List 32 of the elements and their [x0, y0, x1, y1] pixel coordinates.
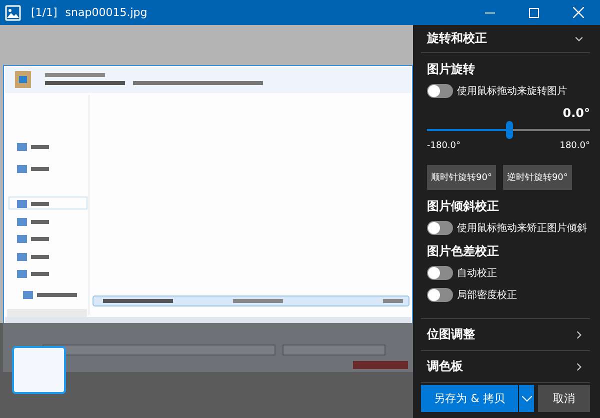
max-label: 180.0°	[560, 141, 590, 151]
toggle-switch[interactable]	[427, 84, 453, 98]
rotate-button[interactable]: 顺时针旋转90°	[427, 165, 496, 190]
close-icon	[572, 7, 584, 18]
group-heading: 图片色差校正	[427, 243, 500, 260]
toggle-label: 自动校正	[457, 266, 497, 280]
image-counter: [1/1]	[31, 6, 58, 19]
image-thumbnail[interactable]	[12, 346, 66, 394]
section-header[interactable]: 调色板	[421, 351, 590, 383]
min-label: -180.0°	[427, 141, 461, 151]
caret-icon	[522, 396, 532, 402]
toggle-label: 使用鼠标拖动来旋转图片	[457, 84, 567, 98]
cancel-button[interactable]: 取消	[538, 385, 590, 412]
toggle-switch[interactable]	[427, 221, 453, 235]
rotate-button[interactable]: 逆时针旋转90°	[502, 165, 572, 190]
picture-icon	[5, 4, 21, 20]
chevron-icon	[574, 362, 584, 372]
angle-reading: 0.0°	[562, 106, 590, 120]
section-header[interactable]: 位图调整	[421, 318, 590, 351]
toggle-label: 局部密度校正	[457, 288, 517, 302]
maximize-icon	[529, 8, 539, 18]
slider-thumb[interactable]	[506, 121, 512, 139]
group-heading: 图片旋转	[427, 61, 476, 78]
toggle-switch[interactable]	[427, 266, 453, 280]
save-copy-button[interactable]: 另存为 & 拷贝	[421, 385, 518, 412]
chevron-icon	[574, 330, 584, 340]
toggle-switch[interactable]	[427, 288, 453, 302]
toggle-label: 使用鼠标拖动来矫正图片倾斜	[457, 222, 587, 235]
dropdown-button[interactable]	[519, 385, 534, 412]
window-title: snap00015.jpg	[65, 6, 148, 19]
group-heading: 图片倾斜校正	[427, 198, 500, 215]
section-header[interactable]: 旋转和校正	[421, 25, 590, 53]
